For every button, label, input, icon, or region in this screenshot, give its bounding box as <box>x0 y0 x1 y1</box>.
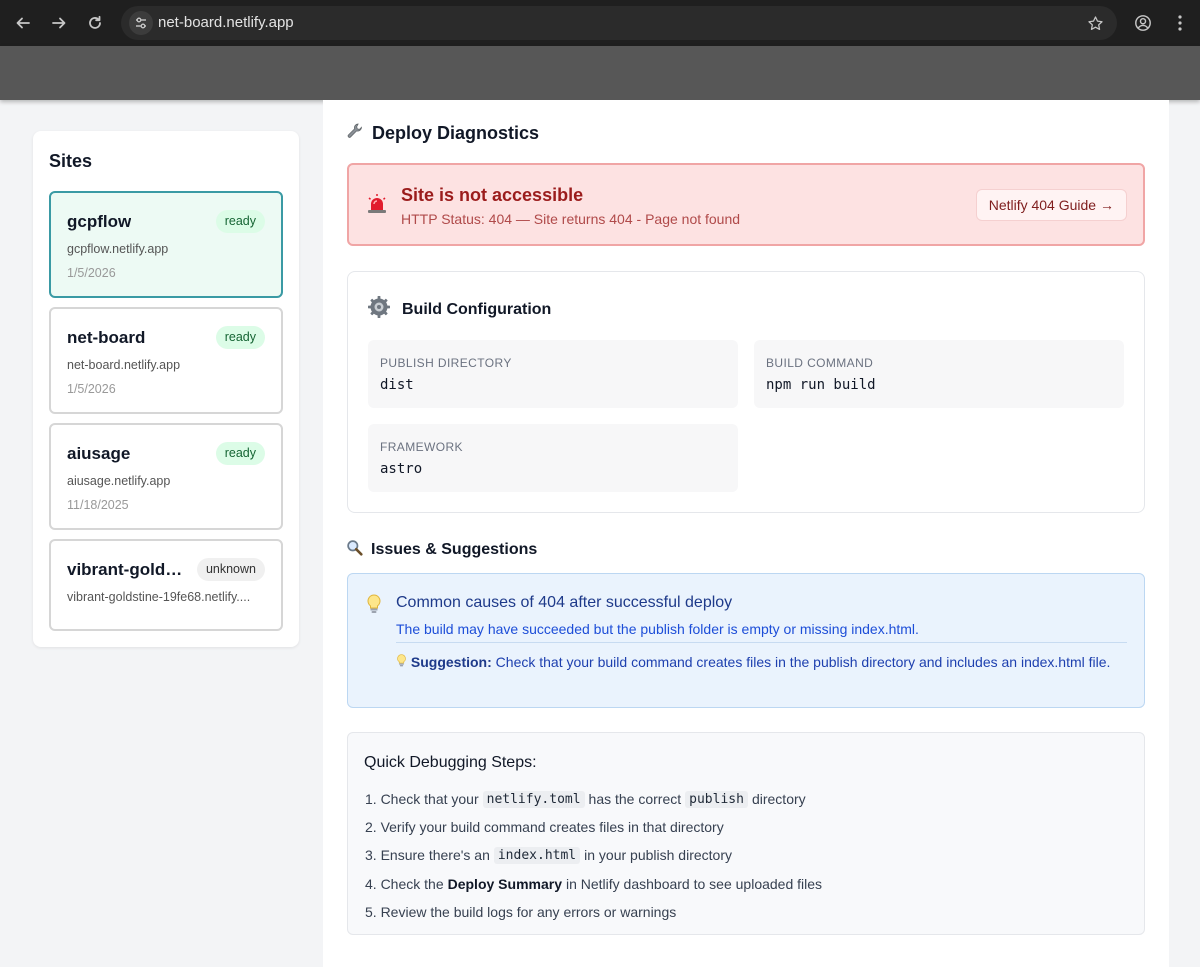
step-text: in your publish directory <box>584 847 732 864</box>
site-date: 1/5/2026 <box>67 382 116 396</box>
list-item: 1. Check that your netlify.toml has the … <box>365 785 822 813</box>
site-url: aiusage.netlify.app <box>67 474 171 488</box>
sidebar-title: Sites <box>49 151 93 171</box>
list-item: 4. Check the Deploy Summary in Netlify d… <box>365 870 822 898</box>
url-text[interactable]: net-board.netlify.app <box>158 14 294 31</box>
step-bold-text: Deploy Summary <box>447 875 562 892</box>
wrench-icon <box>346 122 364 145</box>
site-card-net-board[interactable]: net-board ready net-board.netlify.app 1/… <box>49 307 283 414</box>
divider <box>396 642 1127 643</box>
field-value: astro <box>380 461 423 477</box>
top-banner <box>0 46 1200 100</box>
step-text: 3. Ensure there's an <box>365 847 490 864</box>
build-config-card: Build Configuration PUBLISH DIRECTORY di… <box>347 271 1145 513</box>
status-badge: ready <box>215 210 265 233</box>
site-url: gcpflow.netlify.app <box>67 242 169 256</box>
diagnostics-panel: Deploy Diagnostics Site is not accessibl… <box>323 100 1169 967</box>
page-title-text: Deploy Diagnostics <box>372 123 540 143</box>
site-url: net-board.netlify.app <box>67 358 181 372</box>
forward-icon[interactable] <box>47 11 71 35</box>
step-text: directory <box>751 791 806 808</box>
site-name: aiusage <box>67 444 131 463</box>
siren-icon <box>366 193 388 220</box>
inline-code: index.html <box>493 846 581 864</box>
site-card-gcpflow[interactable]: gcpflow ready gcpflow.netlify.app 1/5/20… <box>49 191 283 298</box>
site-url: vibrant-goldstine-19fe68.netlify.... <box>67 590 251 604</box>
step-text: has the correct <box>588 791 682 808</box>
step-text: 5. Review the build logs for any errors … <box>365 903 677 920</box>
site-date: 1/5/2026 <box>67 266 116 280</box>
site-settings-icon[interactable] <box>129 11 153 35</box>
debugging-steps-card: Quick Debugging Steps: 1. Check that you… <box>347 732 1145 935</box>
netlify-404-guide-button[interactable]: Netlify 404 Guide → <box>975 189 1127 221</box>
config-title-text: Build Configuration <box>402 300 552 318</box>
step-text: 2. Verify your build command creates fil… <box>365 819 724 836</box>
gear-icon <box>367 295 391 324</box>
publish-directory-field: PUBLISH DIRECTORY dist <box>368 340 738 408</box>
back-icon[interactable] <box>11 11 35 35</box>
list-item: 5. Review the build logs for any errors … <box>365 898 822 926</box>
bookmark-star-icon[interactable] <box>1085 13 1105 33</box>
site-name: vibrant-golds... <box>67 560 187 579</box>
status-badge: unknown <box>196 558 265 581</box>
step-text: 4. Check the <box>365 875 444 892</box>
framework-field: FRAMEWORK astro <box>368 424 738 492</box>
site-name: net-board <box>67 328 146 347</box>
site-card-vibrant-goldstine[interactable]: vibrant-golds... unknown vibrant-goldsti… <box>49 539 283 631</box>
field-value: dist <box>380 377 414 393</box>
field-label: FRAMEWORK <box>380 440 463 454</box>
step-text: 1. Check that your <box>365 791 479 808</box>
suggestion-label: Suggestion: <box>410 654 492 670</box>
sites-sidebar: Sites gcpflow ready gcpflow.netlify.app … <box>33 131 299 647</box>
list-item: 2. Verify your build command creates fil… <box>365 813 822 841</box>
alert-title: Site is not accessible <box>401 185 584 205</box>
config-title: Build Configuration <box>367 295 551 324</box>
more-menu-icon[interactable] <box>1168 11 1192 35</box>
field-label: BUILD COMMAND <box>766 356 874 370</box>
suggestion-description: The build may have succeeded but the pub… <box>396 621 919 637</box>
small-lightbulb-icon <box>396 654 411 670</box>
suggestion-card: Common causes of 404 after successful de… <box>347 573 1145 708</box>
site-date: 11/18/2025 <box>67 498 129 512</box>
build-command-field: BUILD COMMAND npm run build <box>754 340 1124 408</box>
steps-list: 1. Check that your netlify.toml has the … <box>365 785 822 926</box>
inline-code: publish <box>685 790 748 808</box>
suggestion-body: Check that your build command creates fi… <box>495 654 1111 670</box>
issues-heading-text: Issues & Suggestions <box>371 541 538 558</box>
field-label: PUBLISH DIRECTORY <box>380 356 512 370</box>
step-text: in Netlify dashboard to see uploaded fil… <box>565 875 823 892</box>
steps-title: Quick Debugging Steps: <box>364 754 537 771</box>
status-badge: ready <box>215 442 265 465</box>
address-bar[interactable]: net-board.netlify.app <box>121 6 1117 40</box>
suggestion-text: Suggestion: Check that your build comman… <box>396 652 1127 672</box>
profile-icon[interactable] <box>1131 11 1155 35</box>
status-badge: ready <box>215 326 265 349</box>
reload-icon[interactable] <box>83 11 107 35</box>
inline-code: netlify.toml <box>482 790 585 808</box>
field-value: npm run build <box>766 377 876 393</box>
site-name: gcpflow <box>67 212 132 231</box>
lightbulb-icon <box>366 594 382 619</box>
error-alert: Site is not accessible HTTP Status: 404 … <box>347 163 1145 246</box>
alert-subtitle: HTTP Status: 404 — Site returns 404 - Pa… <box>401 211 741 227</box>
list-item: 3. Ensure there's an index.html in your … <box>365 841 822 869</box>
issues-heading: Issues & Suggestions <box>346 539 537 561</box>
site-card-aiusage[interactable]: aiusage ready aiusage.netlify.app 11/18/… <box>49 423 283 530</box>
page-title: Deploy Diagnostics <box>346 122 539 145</box>
suggestion-title: Common causes of 404 after successful de… <box>396 594 733 611</box>
browser-toolbar: net-board.netlify.app <box>0 0 1200 46</box>
magnifier-icon <box>346 539 363 561</box>
